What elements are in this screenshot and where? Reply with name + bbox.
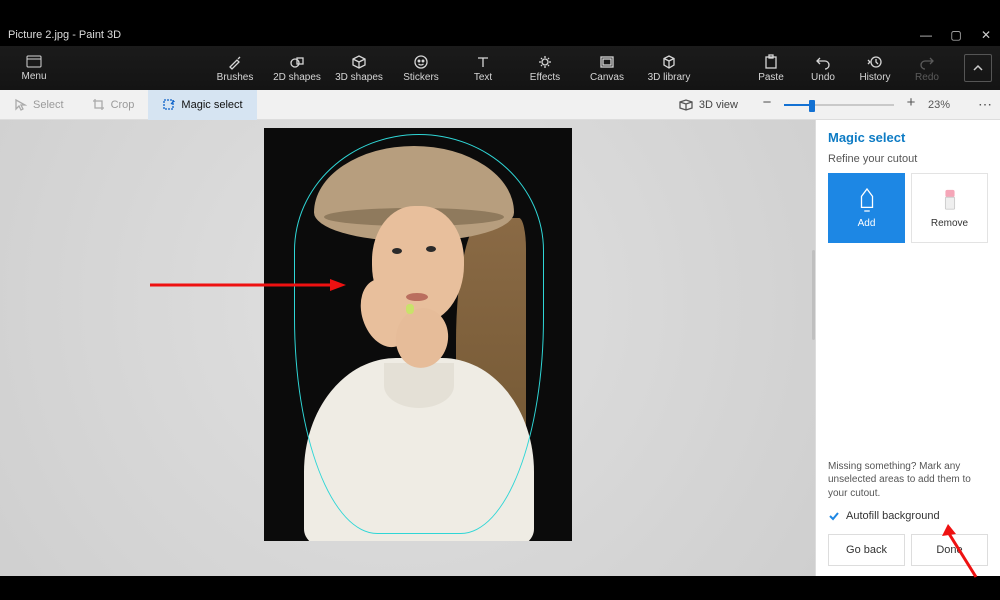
tool-canvas[interactable]: Canvas: [582, 54, 632, 83]
undo-button[interactable]: Undo: [802, 54, 844, 83]
window-controls: — ▢ ✕: [920, 29, 992, 41]
annotation-arrow-icon: [936, 522, 986, 582]
app-window: Picture 2.jpg - Paint 3D — ▢ ✕ Menu Brus…: [0, 24, 1000, 576]
tool-text[interactable]: Text: [458, 54, 508, 83]
brush-icon: [227, 54, 243, 70]
history-icon: [867, 54, 883, 70]
magic-select-panel: Magic select Refine your cutout Add Remo…: [815, 120, 1000, 576]
tool-label: Text: [474, 72, 492, 83]
panel-subtitle: Refine your cutout: [828, 153, 988, 165]
tool-effects[interactable]: Effects: [520, 54, 570, 83]
go-back-button[interactable]: Go back: [828, 534, 905, 566]
crop-icon: [92, 98, 105, 111]
undo-icon: [815, 54, 831, 70]
sub-label: 3D view: [699, 99, 738, 111]
paste-icon: [763, 54, 779, 70]
image-canvas[interactable]: [264, 128, 572, 541]
magic-select-icon: [162, 98, 175, 111]
effects-icon: [537, 54, 553, 70]
minimize-button[interactable]: —: [920, 29, 932, 41]
tool-3d-library[interactable]: 3D library: [644, 54, 694, 83]
menu-label: Menu: [21, 71, 46, 82]
select-button[interactable]: Select: [0, 90, 78, 120]
stickers-icon: [413, 54, 429, 70]
magic-select-outline: [294, 134, 544, 534]
zoom-out-button[interactable]: −: [758, 96, 776, 114]
text-icon: [475, 54, 491, 70]
checkmark-icon: [828, 510, 840, 522]
tool-label: Brushes: [217, 72, 254, 83]
sub-label: Magic select: [181, 99, 242, 111]
paste-button[interactable]: Paste: [750, 54, 792, 83]
chevron-up-icon: [972, 62, 984, 74]
autofill-checkbox[interactable]: Autofill background: [828, 510, 988, 522]
zoom-slider[interactable]: [784, 98, 894, 112]
workspace: Magic select Refine your cutout Add Remo…: [0, 120, 1000, 576]
zoom-controls: − + 23%: [748, 96, 970, 114]
cursor-icon: [14, 98, 27, 111]
panel-title: Magic select: [828, 130, 988, 145]
pencil-add-icon: [856, 187, 878, 213]
shapes3d-icon: [351, 54, 367, 70]
tool-label: History: [859, 72, 890, 83]
button-label: Go back: [846, 544, 887, 556]
tool-brushes[interactable]: Brushes: [210, 54, 260, 83]
tool-2d-shapes[interactable]: 2D shapes: [272, 54, 322, 83]
menu-button[interactable]: Menu: [8, 55, 60, 82]
add-tool-card[interactable]: Add: [828, 173, 905, 243]
tool-label: 3D shapes: [335, 72, 383, 83]
panel-scrollbar[interactable]: [812, 250, 815, 340]
tool-label: 3D library: [648, 72, 691, 83]
menu-icon: [26, 55, 42, 69]
toolcard-label: Add: [858, 218, 876, 229]
shapes2d-icon: [289, 54, 305, 70]
expand-ribbon-button[interactable]: [964, 54, 992, 82]
sub-toolbar: Select Crop Magic select 3D view − + 23%…: [0, 90, 1000, 120]
more-options-button[interactable]: ⋯: [970, 96, 1000, 113]
history-button[interactable]: History: [854, 54, 896, 83]
view-3d-button[interactable]: 3D view: [669, 99, 748, 111]
checkbox-label: Autofill background: [846, 510, 940, 522]
zoom-in-button[interactable]: +: [902, 96, 920, 114]
tool-stickers[interactable]: Stickers: [396, 54, 446, 83]
title-bar: Picture 2.jpg - Paint 3D — ▢ ✕: [0, 24, 1000, 46]
window-title: Picture 2.jpg - Paint 3D: [8, 29, 121, 41]
tool-label: Paste: [758, 72, 784, 83]
tool-label: Canvas: [590, 72, 624, 83]
maximize-button[interactable]: ▢: [950, 29, 962, 41]
zoom-percent: 23%: [928, 99, 960, 111]
tool-label: Undo: [811, 72, 835, 83]
magic-select-button[interactable]: Magic select: [148, 90, 256, 120]
ribbon-toolbar: Menu Brushes 2D shapes 3D shapes Sticker…: [0, 46, 1000, 90]
eraser-remove-icon: [939, 187, 961, 213]
close-button[interactable]: ✕: [980, 29, 992, 41]
annotation-arrow-icon: [150, 275, 350, 295]
crop-button[interactable]: Crop: [78, 90, 149, 120]
sub-label: Crop: [111, 99, 135, 111]
tool-label: Effects: [530, 72, 560, 83]
tool-label: Redo: [915, 72, 939, 83]
remove-tool-card[interactable]: Remove: [911, 173, 988, 243]
sub-label: Select: [33, 99, 64, 111]
view3d-icon: [679, 99, 693, 111]
toolcard-label: Remove: [931, 218, 968, 229]
canvas-area[interactable]: [0, 120, 815, 576]
tool-label: Stickers: [403, 72, 439, 83]
redo-icon: [919, 54, 935, 70]
library3d-icon: [661, 54, 677, 70]
redo-button[interactable]: Redo: [906, 54, 948, 83]
tool-label: 2D shapes: [273, 72, 321, 83]
tool-3d-shapes[interactable]: 3D shapes: [334, 54, 384, 83]
panel-help-text: Missing something? Mark any unselected a…: [828, 460, 988, 501]
canvas-icon: [599, 54, 615, 70]
